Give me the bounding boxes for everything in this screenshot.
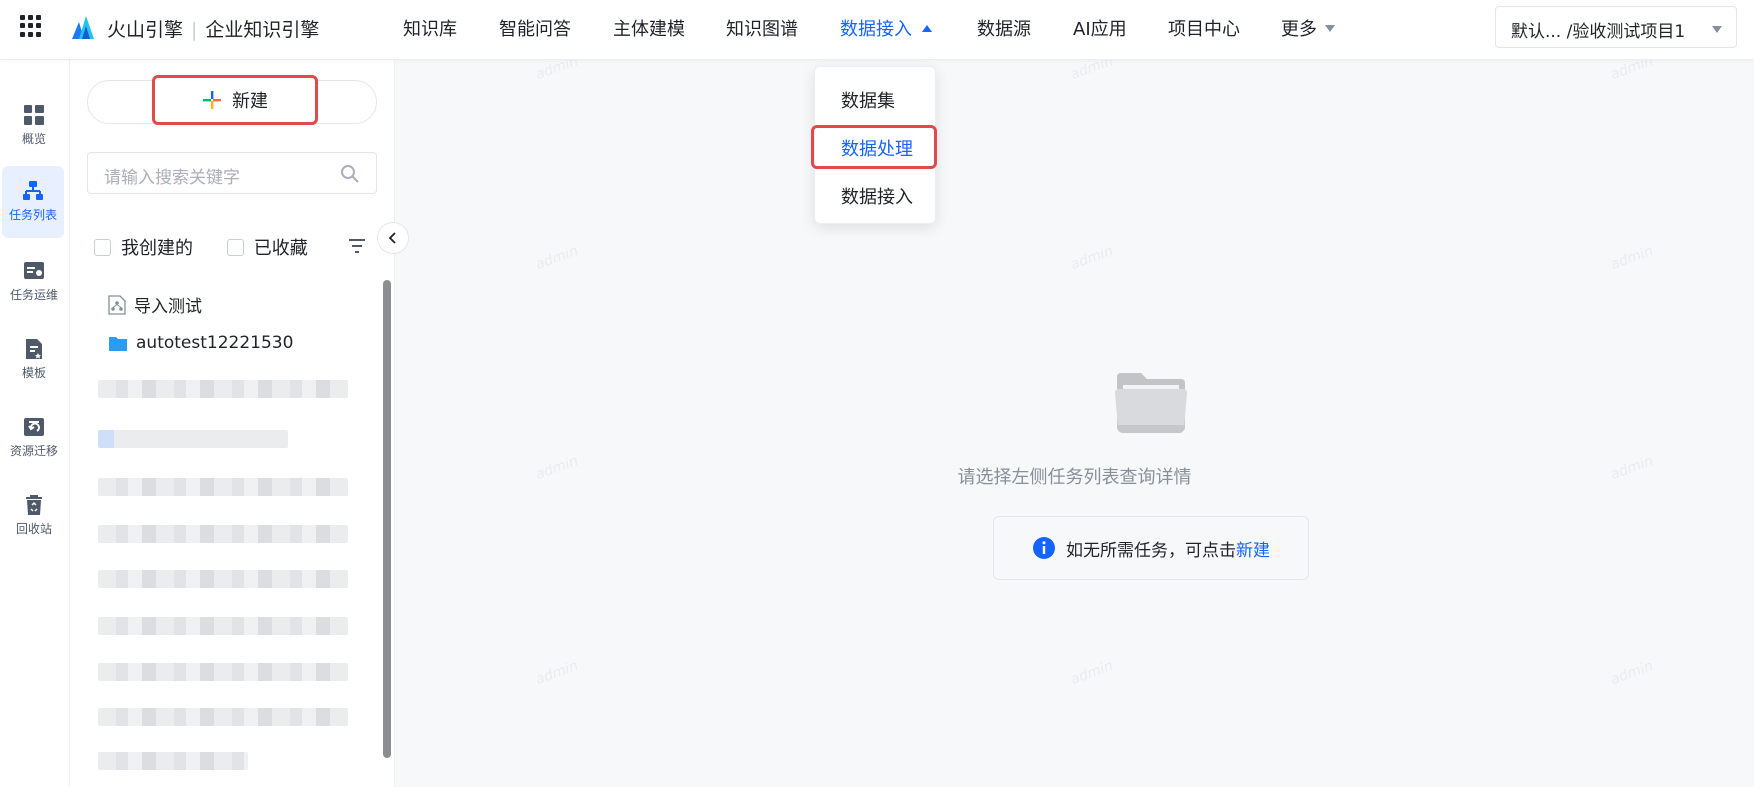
app-launcher-icon[interactable] — [20, 15, 42, 37]
filter-favorites-label: 已收藏 — [253, 238, 308, 259]
rail-item-resource-migration[interactable]: 资源迁移 — [0, 402, 68, 474]
rail-label: 概览 — [21, 132, 46, 146]
rail-item-recycle-bin[interactable]: 回收站 — [0, 480, 68, 552]
trash-icon — [26, 495, 42, 515]
checkbox[interactable] — [94, 239, 111, 256]
plus-icon — [203, 91, 221, 109]
scrollbar[interactable] — [383, 280, 391, 758]
redacted-list-item — [98, 380, 348, 398]
watermark: admin — [1608, 242, 1656, 274]
nav-entity-modeling[interactable]: 主体建模 — [613, 15, 685, 41]
brand-name: 火山引擎 — [107, 19, 184, 41]
nav-data-ingestion-label: 数据接入 — [840, 19, 912, 40]
empty-folder-icon — [1115, 373, 1187, 433]
rail-label: 资源迁移 — [9, 444, 58, 458]
empty-state-text: 请选择左侧任务列表查询详情 — [957, 467, 1192, 488]
chevron-down-icon — [1325, 25, 1335, 32]
nav-smart-qa[interactable]: 智能问答 — [499, 15, 571, 41]
volcengine-logo — [72, 16, 94, 39]
redacted-list-item — [98, 663, 348, 681]
migrate-icon — [24, 418, 44, 436]
ops-icon — [24, 262, 44, 279]
watermark: admin — [1068, 242, 1116, 274]
folder-icon — [109, 336, 127, 351]
project-selector[interactable]: 默认... /验收测试项目1 — [1495, 6, 1737, 48]
template-icon — [26, 339, 42, 359]
new-task-button[interactable]: 新建 — [152, 75, 318, 125]
watermark: admin — [1068, 657, 1116, 689]
rail-item-overview[interactable]: 概览 — [0, 90, 68, 162]
data-ingestion-dropdown: 数据集 数据处理 数据接入 — [811, 66, 937, 224]
flow-icon — [23, 181, 43, 200]
brand: 火山引擎 | 企业知识引擎 — [107, 19, 320, 41]
task-file-icon — [108, 294, 126, 315]
menu-item-data-processing[interactable]: 数据处理 — [841, 135, 913, 161]
tree-item-task[interactable]: 导入测试 — [108, 292, 202, 317]
rail-item-templates[interactable]: 模板 — [0, 324, 68, 396]
chevron-down-icon — [1712, 26, 1722, 33]
task-panel: 新建 请输入搜索关键字 我创建的 已收藏 导入测试 autotest122215… — [70, 60, 395, 787]
watermark: admin — [533, 242, 581, 274]
redacted-list-item — [98, 570, 348, 588]
rail-item-task-ops[interactable]: 任务运维 — [0, 246, 68, 318]
redacted-list-item — [98, 430, 288, 448]
product-name: 企业知识引擎 — [205, 19, 320, 41]
chevron-left-icon — [388, 232, 396, 244]
grid-icon — [24, 105, 44, 125]
redacted-list-item — [98, 617, 348, 635]
tree-item-label: autotest12221530 — [136, 333, 294, 353]
tip-text: 如无所需任务，可点击 — [1066, 540, 1236, 561]
tree-item-label: 导入测试 — [134, 297, 202, 317]
empty-state-tip: 如无所需任务，可点击新建 — [993, 516, 1309, 580]
menu-item-dataset[interactable]: 数据集 — [841, 87, 895, 113]
redacted-list-item — [98, 525, 348, 543]
filter-mine-label: 我创建的 — [121, 238, 193, 259]
rail-item-task-list[interactable]: 任务列表 — [2, 166, 64, 238]
filter-favorites[interactable]: 已收藏 — [226, 238, 308, 259]
new-task-label: 新建 — [232, 91, 268, 112]
rail-label: 回收站 — [15, 522, 52, 536]
redacted-list-item — [98, 478, 348, 496]
watermark: admin — [1608, 657, 1656, 689]
project-selector-value: 默认... /验收测试项目1 — [1511, 22, 1686, 42]
top-bar: 火山引擎 | 企业知识引擎 知识库 智能问答 主体建模 知识图谱 数据接入 数据源 … — [0, 0, 1754, 60]
left-rail: 概览 任务列表 任务运维 模板 资源迁移 回收站 — [0, 60, 70, 787]
rail-label: 任务运维 — [9, 288, 58, 302]
search-icon — [341, 165, 359, 183]
search-placeholder: 请输入搜索关键字 — [104, 168, 240, 188]
rail-label: 模板 — [21, 366, 46, 380]
info-icon — [1033, 537, 1055, 559]
collapse-panel-button[interactable] — [377, 222, 409, 254]
filter-bar: 我创建的 已收藏 — [94, 234, 308, 260]
main-content: admin admin admin admin admin admin admi… — [395, 53, 1754, 787]
nav-knowledge-graph[interactable]: 知识图谱 — [726, 15, 798, 41]
nav-more-label: 更多 — [1281, 19, 1317, 40]
redacted-list-item — [98, 752, 248, 770]
rail-label: 任务列表 — [8, 208, 57, 222]
nav-data-source[interactable]: 数据源 — [977, 15, 1031, 41]
nav-knowledge-base[interactable]: 知识库 — [403, 15, 457, 41]
filter-icon[interactable] — [348, 238, 366, 254]
nav-data-ingestion[interactable]: 数据接入 — [840, 15, 932, 41]
nav-project-center[interactable]: 项目中心 — [1168, 15, 1240, 41]
nav-more[interactable]: 更多 — [1281, 15, 1335, 41]
tree-item-folder[interactable]: autotest12221530 — [108, 333, 293, 353]
redacted-list-item — [98, 708, 348, 726]
checkbox[interactable] — [226, 239, 244, 256]
tip-new-link[interactable]: 新建 — [1236, 541, 1270, 561]
watermark: admin — [533, 657, 581, 689]
caret-up-icon — [922, 25, 932, 32]
filter-mine[interactable]: 我创建的 — [94, 238, 193, 259]
search-input[interactable]: 请输入搜索关键字 — [87, 152, 377, 194]
menu-item-data-ingestion[interactable]: 数据接入 — [841, 183, 913, 209]
nav-ai-apps[interactable]: AI应用 — [1073, 15, 1127, 41]
